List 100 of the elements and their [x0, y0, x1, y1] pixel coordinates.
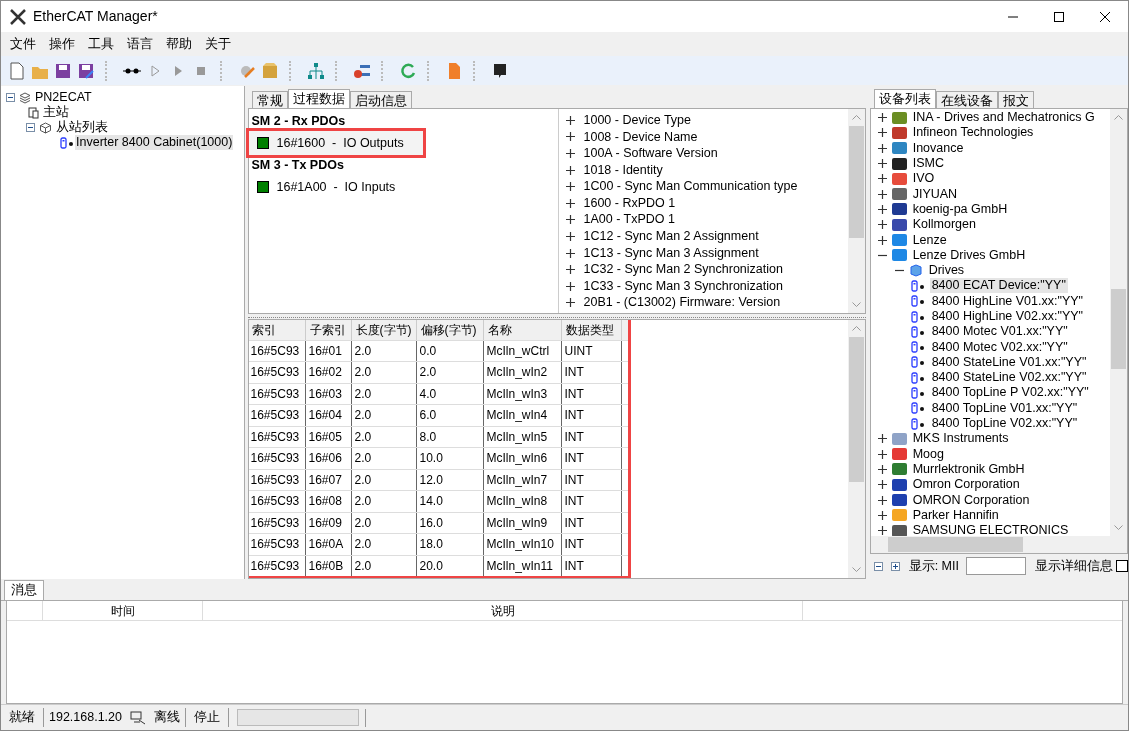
close-icon[interactable] [1100, 11, 1110, 22]
tab[interactable]: 设备列表 [873, 89, 936, 108]
collapse-toggle[interactable] [26, 123, 35, 132]
maximize-icon[interactable] [1054, 11, 1064, 22]
expand-toggle[interactable] [565, 215, 575, 225]
column-header[interactable]: 长度(字节) [351, 319, 417, 340]
library-item[interactable]: 8400 TopLine V02.xx:"YY" [929, 416, 1080, 432]
library-item[interactable]: ISMC [910, 156, 946, 172]
object-item[interactable]: 20B1 - (C13002) Firmware: Version [583, 293, 781, 313]
library-item[interactable]: 8400 ECAT Device:"YY" [929, 278, 1068, 294]
column-header[interactable]: 名称 [483, 319, 562, 340]
expand-toggle[interactable] [877, 434, 887, 444]
expand-toggle[interactable] [877, 189, 887, 199]
library-item[interactable]: 8400 HighLine V01.xx:"YY" [929, 293, 1085, 309]
expand-toggle[interactable] [565, 281, 575, 291]
object-item[interactable]: 100A - Software Version [583, 144, 718, 163]
column-header[interactable]: 子索引 [305, 319, 352, 340]
library-item[interactable]: MKS Instruments [910, 431, 1011, 447]
scroll-thumb[interactable] [848, 126, 864, 238]
library-item[interactable]: Parker Hannifin [910, 507, 1001, 523]
expand-toggle[interactable] [565, 115, 575, 125]
tree-item[interactable]: 主站 [43, 105, 69, 120]
pdo-item[interactable]: 16#1A00 - IO Inputs [248, 175, 558, 199]
pdo-item[interactable]: 16#1600 - IO Outputs [248, 131, 423, 155]
library-item[interactable]: 8400 StateLine V02.xx:"YY" [929, 370, 1089, 386]
menu-item[interactable]: 文件 [5, 34, 41, 54]
new-file-icon[interactable] [7, 60, 27, 81]
expand-toggle[interactable] [565, 132, 575, 142]
expand-toggle[interactable] [877, 143, 887, 153]
library-item[interactable]: Lenze [910, 232, 949, 248]
tab[interactable]: 消息 [4, 580, 44, 600]
expand-toggle[interactable] [565, 231, 575, 241]
network-icon[interactable] [306, 60, 326, 81]
library-item[interactable]: IVO [910, 171, 937, 187]
expand-toggle[interactable] [877, 480, 887, 490]
object-item[interactable]: 1C12 - Sync Man 2 Assignment [583, 227, 759, 246]
detail-checkbox[interactable] [1116, 560, 1128, 572]
library-item[interactable]: Moog [910, 446, 946, 462]
expand-toggle[interactable] [565, 165, 575, 175]
expand-toggle[interactable] [877, 220, 887, 230]
library-item[interactable]: Infineon Technologies [910, 125, 1036, 141]
scroll-thumb[interactable] [848, 336, 864, 482]
tree-item[interactable]: Inverter 8400 Cabinet(1000) [75, 135, 234, 150]
menu-item[interactable]: 帮助 [161, 34, 197, 54]
tab[interactable]: 常规 [251, 91, 288, 108]
scrollbar[interactable] [1110, 109, 1127, 536]
expand-toggle[interactable] [877, 449, 887, 459]
library-item[interactable]: koenig-pa GmbH [910, 201, 1010, 217]
library-item[interactable]: OMRON Corporation [910, 492, 1032, 508]
library-item[interactable]: 8400 StateLine V01.xx:"YY" [929, 354, 1089, 370]
tab[interactable]: 过程数据 [287, 89, 350, 108]
object-item[interactable]: 1C33 - Sync Man 3 Synchronization [583, 276, 783, 296]
expand-toggle[interactable] [877, 495, 887, 505]
scroll-thumb[interactable] [1111, 289, 1126, 369]
object-item[interactable]: 1C32 - Sync Man 2 Synchronization [583, 260, 783, 279]
object-item[interactable]: 1018 - Identity [583, 160, 663, 180]
library-item[interactable]: Lenze Drives GmbH [910, 247, 1028, 263]
expand-toggle[interactable] [877, 128, 887, 138]
scrollbar[interactable] [847, 109, 865, 313]
column-header[interactable]: 索引 [248, 319, 306, 340]
library-item[interactable]: Kollmorgen [910, 217, 978, 233]
horizontal-scrollbar[interactable] [870, 536, 1127, 553]
library-item[interactable]: Inovance [910, 140, 966, 156]
object-item[interactable]: 1000 - Device Type [583, 110, 691, 130]
menu-item[interactable]: 关于 [200, 34, 236, 54]
menu-item[interactable]: 语言 [122, 34, 158, 54]
library-item[interactable]: INA - Drives and Mechatronics G [910, 110, 1097, 126]
object-item[interactable]: 1A00 - TxPDO 1 [583, 210, 675, 230]
library-item[interactable]: 8400 Motec V02.xx:"YY" [929, 339, 1070, 355]
object-item[interactable]: 1008 - Device Name [583, 127, 698, 147]
filter-field[interactable] [966, 557, 1026, 575]
column-header[interactable]: 说明 [203, 601, 803, 620]
menu-item[interactable]: 工具 [83, 34, 119, 54]
scrollbar[interactable] [847, 319, 865, 578]
library-item[interactable]: Murrlektronik GmbH [910, 461, 1027, 477]
column-header[interactable]: 偏移(字节) [416, 319, 484, 340]
expand-toggle[interactable] [565, 248, 575, 258]
tree-item[interactable]: PN2ECAT [35, 90, 92, 105]
object-item[interactable]: 1C13 - Sync Man 3 Assignment [583, 243, 759, 263]
expand-toggle[interactable] [877, 174, 887, 184]
tab[interactable]: 启动信息 [349, 91, 412, 108]
expand-toggle[interactable] [877, 113, 887, 123]
expand-toggle[interactable] [877, 159, 887, 169]
expand-toggle[interactable] [565, 298, 575, 308]
library-item[interactable]: 8400 TopLine V01.xx:"YY" [929, 400, 1080, 416]
collapse-all-button[interactable] [873, 561, 883, 571]
expand-all-button[interactable] [890, 561, 900, 571]
library-item[interactable]: JIYUAN [910, 186, 960, 202]
expand-toggle[interactable] [877, 526, 887, 536]
tab[interactable]: 在线设备 [935, 91, 998, 108]
column-header[interactable]: 数据类型 [561, 319, 622, 340]
library-item[interactable]: 8400 HighLine V02.xx:"YY" [929, 309, 1085, 324]
tab[interactable]: 报文 [997, 91, 1034, 108]
library-item[interactable]: Omron Corporation [910, 477, 1022, 493]
expand-toggle[interactable] [565, 182, 575, 192]
column-header[interactable]: 时间 [43, 601, 203, 620]
expand-toggle[interactable] [877, 235, 887, 245]
library-item[interactable]: SAMSUNG ELECTRONICS [910, 523, 1071, 536]
expand-toggle[interactable] [877, 510, 887, 520]
library-item[interactable]: 8400 TopLine P V02.xx:"YY" [929, 385, 1091, 401]
